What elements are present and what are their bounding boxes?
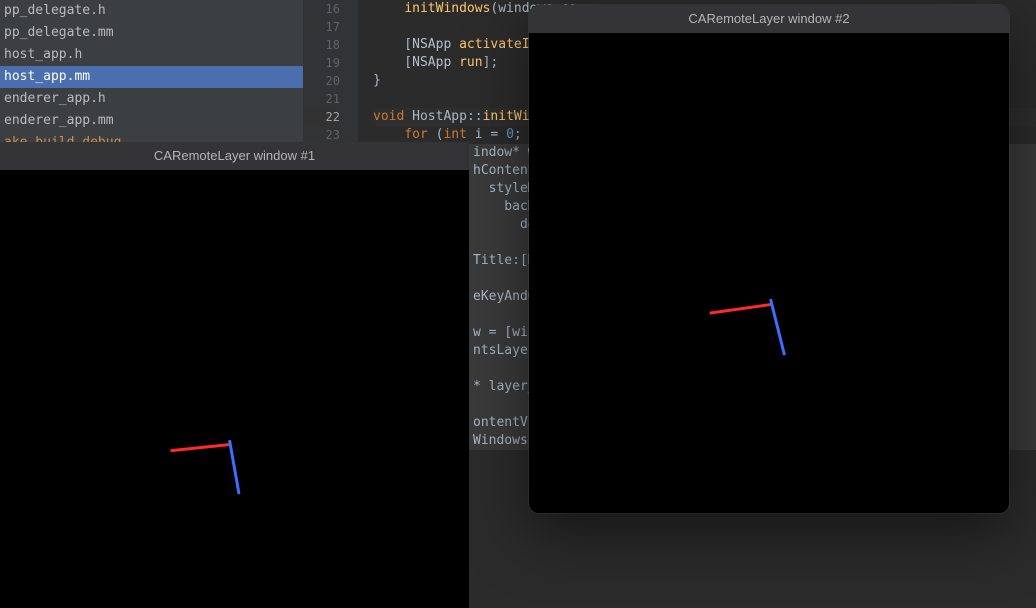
- file-item[interactable]: enderer_app.mm: [0, 110, 303, 132]
- line-number: 16: [303, 0, 340, 18]
- axis-blue-line: [228, 440, 241, 495]
- render-canvas-1: [0, 170, 469, 608]
- render-canvas-2: [529, 33, 1009, 513]
- window-titlebar[interactable]: CARemoteLayer window #1: [0, 142, 469, 170]
- render-window-1[interactable]: CARemoteLayer window #1: [0, 142, 469, 608]
- axis-blue-line: [769, 299, 786, 356]
- file-item[interactable]: pp_delegate.h: [0, 0, 303, 22]
- line-number: 18: [303, 36, 340, 54]
- file-item-selected[interactable]: host_app.mm: [0, 66, 303, 88]
- window-titlebar[interactable]: CARemoteLayer window #2: [529, 5, 1009, 33]
- render-window-2[interactable]: CARemoteLayer window #2: [529, 5, 1009, 513]
- file-item[interactable]: host_app.h: [0, 44, 303, 66]
- file-item[interactable]: enderer_app.h: [0, 88, 303, 110]
- line-number: 19: [303, 54, 340, 72]
- line-number: 17: [303, 18, 340, 36]
- file-item[interactable]: pp_delegate.mm: [0, 22, 303, 44]
- line-number: 20: [303, 72, 340, 90]
- line-number: 21: [303, 90, 340, 108]
- line-number-current: 22: [303, 108, 340, 126]
- axis-red-line: [170, 443, 230, 452]
- axis-red-line: [709, 303, 771, 315]
